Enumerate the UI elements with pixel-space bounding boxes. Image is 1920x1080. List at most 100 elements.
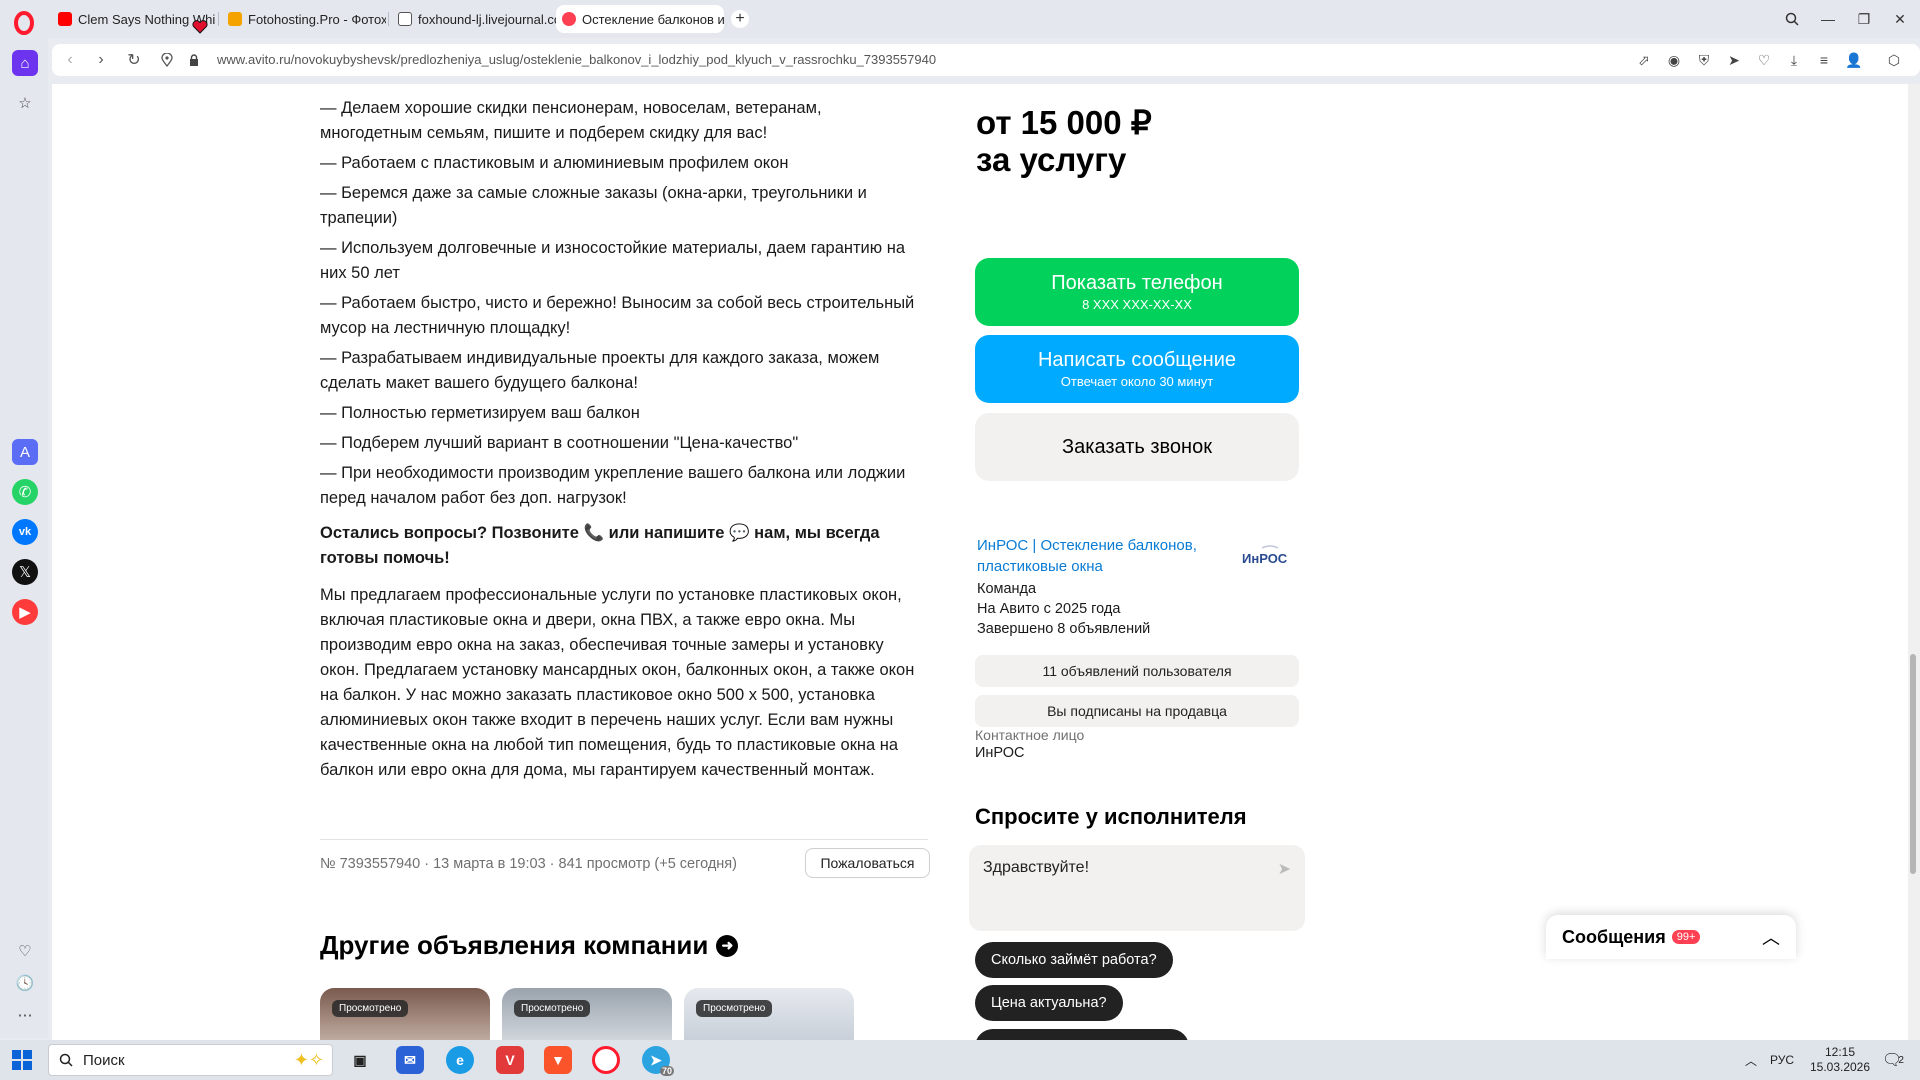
menu-icon[interactable]: ≡ [1814,50,1834,70]
url-field[interactable]: www.avito.ru/novokuybyshevsk/predlozheni… [217,52,936,67]
maximize-button[interactable]: ❐ [1853,8,1875,30]
extension-icon[interactable]: ⬡ [1884,50,1904,70]
home-icon[interactable]: ⌂ [12,50,38,76]
youtube-icon [58,12,72,26]
description-paragraph: Мы предлагаем профессиональные услуги по… [320,586,915,779]
new-tab-button[interactable]: + [731,10,749,28]
seller-name-link[interactable]: ИнРОС | Остекление балконов, пластиковые… [977,535,1227,577]
seller-logo[interactable]: ИнРОС [1240,544,1288,572]
price: от 15 000 ₽ за услугу [976,104,1152,178]
whatsapp-icon[interactable]: ✆ [12,479,38,505]
star-icon[interactable]: ☆ [12,90,38,116]
search-icon [59,1053,73,1067]
vk-icon[interactable]: vk [12,519,38,545]
messages-panel[interactable]: Сообщения 99+ ︿ [1546,915,1796,959]
tab-avito-active[interactable]: Остекление балконов и [556,5,724,33]
back-button[interactable]: ‹ [60,50,80,70]
tab-bar: Clem Says Nothing While Fotohosting.Pro … [0,0,1920,38]
write-message-button[interactable]: Написать сообщение Отвечает около 30 мин… [975,335,1299,403]
taskbar-search-box[interactable]: Поиск ✦✧ [48,1044,333,1076]
heart-icon [192,20,208,34]
complain-button[interactable]: Пожаловаться [805,848,930,878]
send-arrow-icon[interactable]: ➤ [1278,859,1291,879]
subscribed-button[interactable]: Вы подписаны на продавца [975,695,1299,727]
listing-meta: № 7393557940 · 13 марта в 19:03 · 841 пр… [320,856,737,872]
ask-message-input[interactable]: Здравствуйте! ➤ [969,845,1305,931]
opera-taskbar-icon[interactable] [592,1046,620,1074]
quick-question-chip[interactable] [975,1029,1189,1040]
description-item: — Работаем быстро, чисто и бережно! Выно… [320,294,915,337]
quick-question-chip[interactable]: Сколько займёт работа? [975,942,1173,978]
brave-icon[interactable]: ▼ [544,1046,572,1074]
language-indicator[interactable]: РУС [1770,1040,1794,1080]
scrollbar-thumb[interactable] [1910,654,1916,874]
telegram-icon[interactable]: ➤ 70 [642,1046,674,1076]
description-item: — Работаем с пластиковым и алюминиевым п… [320,154,789,172]
edge-icon[interactable]: e [446,1046,474,1074]
lock-icon[interactable] [184,50,204,70]
camera-icon[interactable]: ◉ [1664,50,1684,70]
task-view-icon[interactable]: ▣ [346,1046,374,1074]
listing-card[interactable]: Просмотрено [502,988,672,1040]
mail-icon[interactable]: ✉ [396,1046,424,1074]
opera-sidebar: ⌂ ☆ A ✆ vk 𝕏 ▶ ♡ 🕓 ⋯ [0,38,48,1038]
windows-start-icon[interactable] [12,1050,32,1070]
favorites-heart-icon[interactable]: ♡ [12,938,38,964]
clock[interactable]: 12:15 15.03.2026 [1800,1040,1880,1080]
minimize-button[interactable]: — [1817,8,1839,30]
tray-chevron-icon[interactable]: ︿ [1745,1040,1757,1080]
chevron-up-icon[interactable]: ︿ [1762,924,1780,950]
ask-heading: Спросите у исполнителя [975,804,1247,829]
description-item: — Полностью герметизируем ваш балкон [320,404,640,422]
user-ads-button[interactable]: 11 объявлений пользователя [975,655,1299,687]
description-item: — Используем долговечные и износостойкие… [320,239,906,282]
listing-card[interactable]: Просмотрено [320,988,490,1040]
shield-icon[interactable]: ⛨ [1694,50,1714,70]
history-clock-icon[interactable]: 🕓 [12,970,38,996]
forward-button[interactable]: › [91,50,111,70]
listing-card[interactable]: Просмотрено [684,988,854,1040]
music-player-icon[interactable]: ▶ [12,599,38,625]
other-listings-heading[interactable]: Другие объявления компании ➜ [320,930,739,961]
x-twitter-icon[interactable]: 𝕏 [12,559,38,585]
fotohosting-icon [228,12,242,26]
tab-separator [388,12,389,26]
description-item: — Делаем хорошие скидки пенсионерам, нов… [320,99,822,142]
phone-emoji-icon: 📞 [583,524,605,542]
opera-logo-icon[interactable] [10,9,38,37]
messages-count-badge: 99+ [1671,930,1701,944]
tab-label: Остекление балконов и [582,11,724,27]
order-call-button[interactable]: Заказать звонок [975,413,1299,481]
location-icon[interactable] [157,50,177,70]
show-phone-button[interactable]: Показать телефон 8 XXX XXX-XX-XX [975,258,1299,326]
svg-text:ИнРОС: ИнРОС [1242,551,1288,566]
seller-since: На Авито с 2025 года [977,601,1121,617]
vivaldi-icon[interactable]: V [496,1046,524,1074]
send-icon[interactable]: ➤ [1724,50,1744,70]
viewed-badge: Просмотрено [514,1000,591,1017]
avito-icon [562,12,576,26]
questions-callout: Остались вопросы? Позвоните 📞 или напиши… [320,524,880,567]
tab-livejournal[interactable]: foxhound-lj.livejournal.co [392,5,556,33]
close-button[interactable]: ✕ [1889,8,1911,30]
reload-button[interactable]: ↻ [124,50,144,70]
description-item: — Подберем лучший вариант в соотношении … [320,434,799,452]
divider [320,839,928,840]
tab-fotohosting[interactable]: Fotohosting.Pro - Фотохо [222,5,386,33]
download-icon[interactable]: ⤓ [1784,50,1804,70]
telegram-badge: 70 [659,1066,674,1076]
quick-question-chip[interactable]: Цена актуальна? [975,985,1123,1021]
notifications-icon[interactable]: 🗨 2 [1882,1040,1904,1080]
windows-taskbar: Поиск ✦✧ ▣ ✉ e V ▼ ➤ 70 ︿ РУС 12:15 15.03… [0,1040,1920,1080]
description-item: — Беремся даже за самые сложные заказы (… [320,184,867,227]
more-dots-icon[interactable]: ⋯ [12,1002,38,1028]
sparkle-icon: ✦✧ [293,1049,324,1070]
page-scrollbar[interactable] [1908,84,1920,1040]
aria-icon[interactable]: A [12,439,38,465]
profile-icon[interactable]: 👤 [1844,50,1864,70]
bookmark-heart-icon[interactable]: ♡ [1754,50,1774,70]
tab-label: Fotohosting.Pro - Фотохо [248,11,386,27]
share-icon[interactable]: ⬀ [1634,50,1654,70]
arrow-right-icon[interactable]: ➜ [716,934,739,957]
tab-search-icon[interactable] [1781,8,1803,30]
